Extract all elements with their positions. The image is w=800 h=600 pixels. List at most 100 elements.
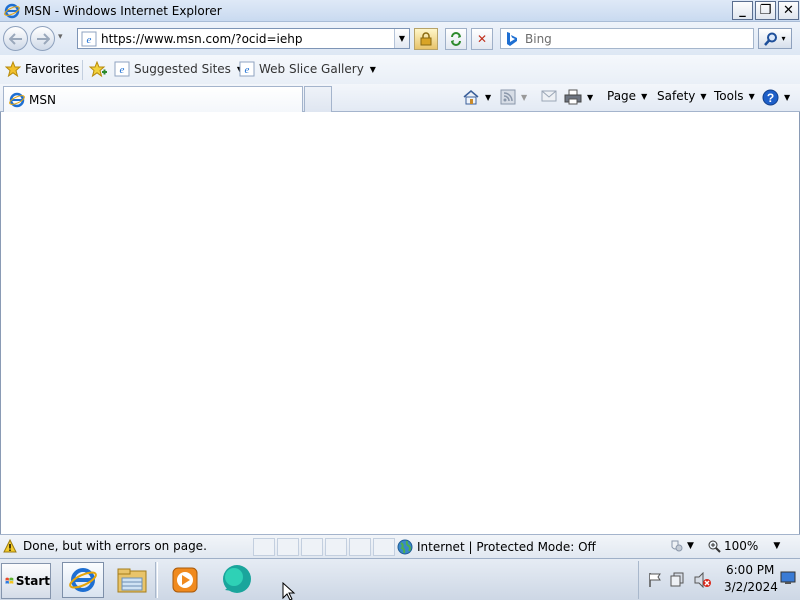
taskbar-divider bbox=[155, 562, 158, 598]
arrow-left-icon bbox=[8, 32, 22, 45]
safety-menu-label: Safety bbox=[657, 89, 696, 103]
chevron-down-icon: ▾ bbox=[781, 34, 786, 43]
help-button[interactable]: ? ▼ bbox=[762, 89, 790, 106]
shield-lock-icon bbox=[671, 540, 683, 552]
status-cell bbox=[349, 538, 371, 556]
status-message[interactable]: Done, but with errors on page. bbox=[3, 539, 207, 553]
stop-button[interactable]: ✕ bbox=[471, 28, 493, 50]
web-slice-gallery-link[interactable]: e Web Slice Gallery ▼ bbox=[239, 61, 376, 77]
feeds-button[interactable]: ▼ bbox=[500, 89, 527, 105]
navigation-bar: ▾ e https://www.msn.com/?ocid=iehp ▼ ✕ B… bbox=[0, 22, 800, 55]
page-content-area[interactable] bbox=[0, 112, 800, 534]
volume-muted-icon[interactable] bbox=[694, 572, 712, 588]
warning-icon bbox=[3, 539, 17, 553]
help-icon: ? bbox=[762, 89, 779, 106]
taskbar: Start 6:00 PM 3/2/2024 bbox=[0, 558, 800, 600]
clock-time[interactable]: 6:00 PM bbox=[726, 563, 774, 577]
clock-date[interactable]: 3/2/2024 bbox=[724, 580, 778, 594]
tools-menu[interactable]: Tools ▼ bbox=[714, 89, 755, 103]
search-button[interactable]: ▾ bbox=[758, 28, 792, 49]
search-input[interactable]: Bing bbox=[525, 32, 552, 46]
restore-button[interactable]: ❐ bbox=[755, 1, 776, 20]
status-cell bbox=[277, 538, 299, 556]
tab-label: MSN bbox=[29, 92, 56, 107]
svg-text:?: ? bbox=[767, 91, 774, 105]
print-button[interactable]: ▼ bbox=[564, 89, 593, 105]
chevron-down-icon: ▼ bbox=[521, 92, 528, 102]
page-ie-icon: e bbox=[239, 61, 255, 77]
favorites-button[interactable]: Favorites bbox=[5, 61, 79, 77]
favorites-label: Favorites bbox=[25, 62, 80, 76]
back-button[interactable] bbox=[3, 26, 28, 51]
mouse-cursor-icon bbox=[282, 582, 296, 600]
page-ie-icon: e bbox=[114, 61, 130, 77]
favorites-divider bbox=[82, 60, 83, 80]
rss-feed-icon bbox=[500, 89, 516, 105]
search-bar[interactable]: Bing bbox=[500, 28, 754, 49]
recent-pages-dropdown[interactable]: ▾ bbox=[58, 32, 63, 42]
address-dropdown-button[interactable]: ▼ bbox=[394, 29, 409, 48]
safety-menu[interactable]: Safety ▼ bbox=[657, 89, 707, 103]
read-mail-button[interactable] bbox=[541, 89, 557, 103]
status-cell bbox=[373, 538, 395, 556]
status-text: Done, but with errors on page. bbox=[23, 539, 207, 553]
status-cell bbox=[253, 538, 275, 556]
windows-flag-icon bbox=[5, 577, 14, 584]
minimize-button[interactable]: _ bbox=[732, 1, 753, 20]
address-input[interactable]: https://www.msn.com/?ocid=iehp bbox=[101, 32, 394, 46]
chevron-down-icon: ▼ bbox=[700, 91, 707, 101]
suggested-sites-link[interactable]: e Suggested Sites ▼ bbox=[114, 61, 243, 77]
chevron-down-icon: ▼ bbox=[784, 93, 791, 102]
refresh-icon bbox=[451, 32, 461, 46]
chevron-down-icon: ▼ bbox=[748, 91, 755, 101]
chevron-down-icon: ▼ bbox=[485, 92, 492, 102]
address-bar[interactable]: e https://www.msn.com/?ocid=iehp ▼ bbox=[77, 28, 410, 49]
app-bubble-icon bbox=[223, 565, 251, 593]
ie-logo-icon bbox=[4, 3, 20, 18]
taskbar-ie-button[interactable] bbox=[62, 562, 104, 598]
security-zone[interactable]: Internet | Protected Mode: Off bbox=[397, 539, 596, 555]
status-bar: Done, but with errors on page. Internet … bbox=[0, 534, 800, 558]
taskbar-app-button[interactable] bbox=[216, 562, 258, 598]
status-cell bbox=[301, 538, 323, 556]
start-button[interactable]: Start bbox=[1, 563, 51, 599]
svg-text:e: e bbox=[120, 64, 125, 76]
svg-text:e: e bbox=[87, 34, 92, 46]
title-bar: MSN - Windows Internet Explorer _ ❐ ✕ bbox=[0, 0, 800, 22]
taskbar-explorer-button[interactable] bbox=[111, 562, 153, 598]
chevron-down-icon: ▼ bbox=[641, 91, 648, 101]
security-lock-button[interactable] bbox=[414, 28, 438, 50]
refresh-button[interactable] bbox=[445, 28, 467, 50]
svg-text:e: e bbox=[245, 64, 250, 76]
chevron-down-icon: ▼ bbox=[369, 64, 376, 74]
start-label: Start bbox=[15, 574, 50, 588]
add-to-favorites-icon[interactable] bbox=[89, 61, 107, 79]
window-title: MSN - Windows Internet Explorer bbox=[24, 3, 222, 18]
chevron-down-icon: ▼ bbox=[398, 34, 406, 43]
printer-icon bbox=[564, 89, 582, 105]
zoom-icon bbox=[708, 540, 721, 553]
taskbar-media-player-button[interactable] bbox=[164, 562, 206, 598]
show-desktop-icon[interactable] bbox=[780, 571, 796, 585]
favorites-bar: Favorites e Suggested Sites ▼ e Web Slic… bbox=[0, 55, 800, 84]
home-button[interactable]: ▼ bbox=[462, 89, 491, 105]
network-icon[interactable] bbox=[670, 572, 686, 588]
ie-logo-icon bbox=[69, 568, 97, 592]
new-tab-button[interactable] bbox=[304, 86, 332, 112]
security-zone-label: Internet | Protected Mode: Off bbox=[417, 540, 596, 554]
chevron-down-icon: ▼ bbox=[773, 541, 781, 551]
page-ie-icon: e bbox=[81, 31, 97, 46]
lock-icon bbox=[420, 32, 432, 46]
star-icon bbox=[5, 61, 21, 77]
zoom-control[interactable]: 100% ▼ bbox=[708, 539, 780, 553]
page-menu-label: Page bbox=[607, 89, 637, 103]
home-icon bbox=[463, 90, 479, 105]
magnifier-icon bbox=[764, 32, 778, 46]
action-center-flag-icon[interactable] bbox=[647, 572, 663, 588]
page-menu[interactable]: Page ▼ bbox=[607, 89, 647, 103]
close-button[interactable]: ✕ bbox=[778, 1, 799, 20]
forward-button[interactable] bbox=[30, 26, 55, 51]
protected-mode-dropdown[interactable]: ▼ bbox=[668, 539, 694, 553]
tab-msn[interactable]: MSN bbox=[3, 86, 303, 112]
tools-menu-label: Tools bbox=[714, 89, 744, 103]
